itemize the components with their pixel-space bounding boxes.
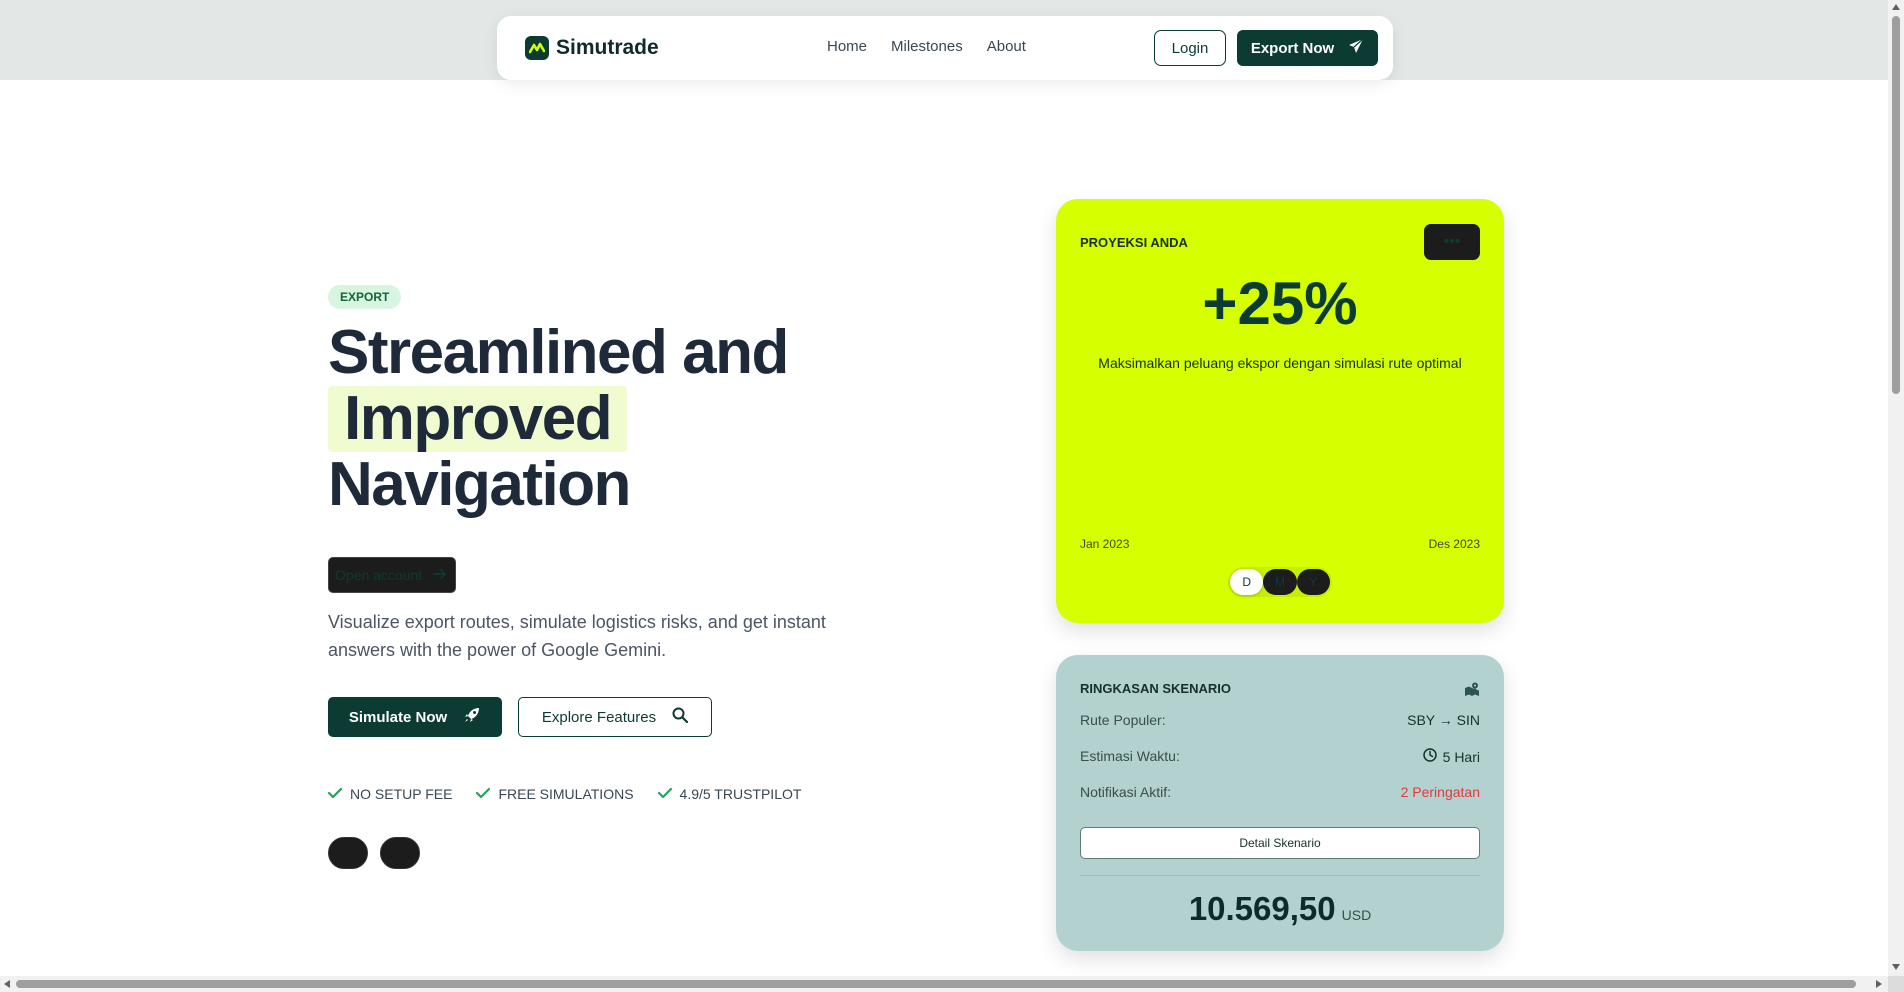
simulate-now-button[interactable]: Simulate Now [328, 697, 502, 737]
hero-title-highlight: Improved [328, 386, 628, 452]
trust-indicators: NO SETUP FEE FREE SIMULATIONS 4.9/5 TRUS… [327, 786, 802, 802]
clock-icon [1422, 748, 1437, 765]
nav-link-milestones[interactable]: Milestones [891, 38, 963, 55]
nav-link-about[interactable]: About [987, 38, 1026, 55]
hero-title: Streamlined and Improved Navigation [328, 318, 789, 519]
open-account-label: Open account [335, 567, 423, 583]
trust-item-label: 4.9/5 TRUSTPILOT [679, 786, 802, 802]
scrollbar-corner [1888, 976, 1904, 992]
check-icon [657, 786, 672, 802]
check-icon [327, 786, 343, 802]
summary-row-time: Estimasi Waktu: 5 Hari [1080, 748, 1480, 765]
search-icon [672, 707, 689, 727]
trust-item: NO SETUP FEE [327, 786, 453, 802]
range-option-y[interactable]: Y [1296, 569, 1330, 595]
navbar: Simutrade Home Milestones About Login Ex… [497, 16, 1393, 80]
brand-name: Simutrade [556, 36, 659, 59]
summary-row-route: Rute Populer: SBY → SIN [1080, 712, 1480, 728]
summary-row-value[interactable]: 2 Peringatan [1401, 784, 1480, 800]
export-now-label: Export Now [1250, 39, 1335, 57]
projection-subtitle: Maksimalkan peluang ekspor dengan simula… [1098, 355, 1462, 371]
send-icon [1348, 38, 1364, 58]
projection-menu-button[interactable]: ••• [1424, 224, 1480, 260]
open-account-button[interactable]: Open account [328, 557, 456, 593]
summary-title: RINGKASAN SKENARIO [1080, 681, 1231, 696]
projection-end-label: Des 2023 [1428, 537, 1480, 551]
trust-item-label: FREE SIMULATIONS [498, 786, 634, 802]
hero-title-line-3: Navigation [328, 450, 631, 519]
pill-button[interactable] [328, 837, 368, 869]
summary-amount: 10.569,50 USD [1056, 890, 1504, 928]
nav-links: Home Milestones About [827, 38, 1026, 55]
nav-link-home[interactable]: Home [827, 38, 867, 55]
summary-row-label: Rute Populer: [1080, 712, 1166, 728]
horizontal-scroll-thumb[interactable] [16, 980, 1856, 988]
summary-row-label: Estimasi Waktu: [1080, 748, 1180, 764]
scroll-left-icon[interactable] [4, 980, 10, 988]
summary-row-notifications: Notifikasi Aktif: 2 Peringatan [1080, 784, 1480, 800]
summary-row-value: 5 Hari [1442, 748, 1480, 765]
projection-start-label: Jan 2023 [1080, 537, 1130, 551]
range-toggle: D M Y [1228, 567, 1332, 597]
scenario-summary-card: RINGKASAN SKENARIO Rute Populer: SBY → S… [1056, 655, 1504, 951]
export-now-button[interactable]: Export Now [1237, 30, 1378, 66]
rocket-icon [463, 706, 481, 728]
hero-title-line-1: Streamlined and [328, 318, 789, 387]
hero-description: Visualize export routes, simulate logist… [328, 612, 826, 660]
brand[interactable]: Simutrade [525, 36, 659, 60]
vertical-scroll-thumb[interactable] [1892, 16, 1900, 394]
summary-amount-currency: USD [1341, 907, 1372, 923]
pill-button[interactable] [380, 837, 420, 869]
scroll-down-icon[interactable] [1892, 964, 1900, 970]
projection-label: PROYEKSI ANDA [1080, 235, 1188, 250]
horizontal-scrollbar[interactable] [0, 976, 1888, 992]
trust-item-label: NO SETUP FEE [350, 786, 453, 802]
summary-row-value-wrap: 5 Hari [1422, 748, 1480, 765]
map-icon [1464, 681, 1480, 702]
pill-placeholders [328, 837, 420, 869]
check-icon [476, 786, 491, 802]
range-option-m[interactable]: M [1263, 569, 1297, 595]
explore-features-label: Explore Features [541, 708, 657, 726]
vertical-scrollbar[interactable] [1888, 0, 1904, 976]
explore-features-button[interactable]: Explore Features [518, 697, 712, 737]
trust-item: 4.9/5 TRUSTPILOT [657, 786, 802, 802]
brand-logo-icon [525, 36, 549, 60]
summary-amount-value: 10.569,50 [1188, 890, 1336, 927]
scroll-right-icon[interactable] [1876, 980, 1882, 988]
category-badge: EXPORT [328, 285, 402, 309]
detail-scenario-button[interactable]: Detail Skenario [1080, 827, 1480, 859]
projection-value: +25% [1202, 270, 1358, 337]
range-option-d[interactable]: D [1230, 569, 1264, 595]
projection-card: PROYEKSI ANDA ••• +25% Maksimalkan pelua… [1056, 199, 1504, 623]
login-button[interactable]: Login [1154, 30, 1226, 66]
summary-row-label: Notifikasi Aktif: [1080, 784, 1172, 800]
arrow-right-icon [433, 567, 447, 583]
simulate-now-label: Simulate Now [348, 708, 448, 726]
summary-row-value: SBY → SIN [1407, 712, 1480, 728]
scroll-up-icon[interactable] [1892, 4, 1900, 10]
trust-item: FREE SIMULATIONS [476, 786, 634, 802]
summary-divider [1080, 875, 1480, 876]
